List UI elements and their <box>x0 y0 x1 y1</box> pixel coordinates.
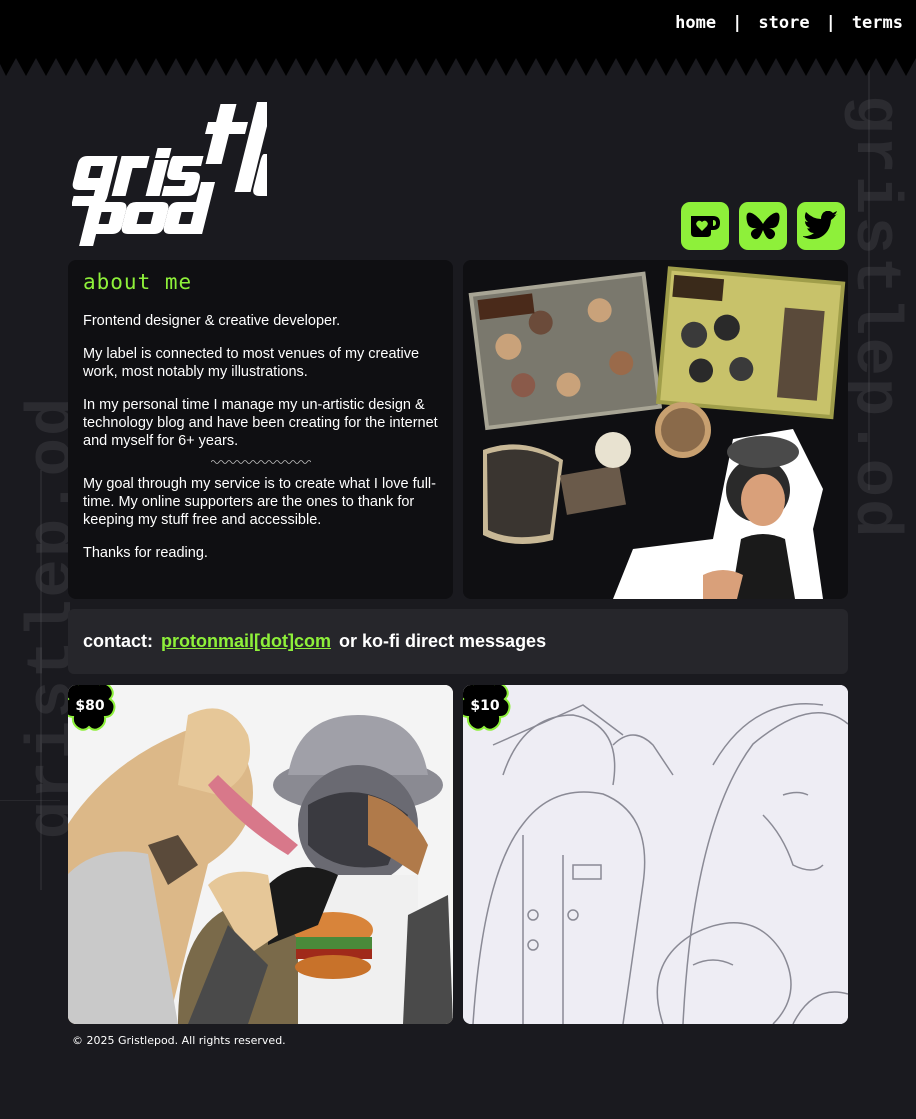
contact-suffix: or ko-fi direct messages <box>339 631 547 651</box>
about-title: about me <box>83 270 193 294</box>
kofi-button[interactable] <box>681 202 729 250</box>
kofi-icon <box>691 216 720 237</box>
commission-card-colored[interactable]: $80 <box>68 685 453 1024</box>
squiggle-divider <box>210 460 311 464</box>
commission-artwork-colored <box>68 685 453 1024</box>
twitter-button[interactable] <box>797 202 845 250</box>
nav-separator: | <box>825 13 836 33</box>
price-label: $80 <box>75 698 105 714</box>
contact-bar: contact: protonmail[dot]com or ko-fi dir… <box>68 609 848 674</box>
contact-email-link[interactable]: protonmail[dot]com <box>161 631 331 652</box>
zigzag-divider <box>0 56 916 76</box>
about-paragraph: My label is connected to most venues of … <box>83 346 420 380</box>
bluesky-icon <box>746 212 780 240</box>
sticker-showcase-image <box>463 260 848 599</box>
nav-terms-link[interactable]: terms <box>852 13 903 33</box>
watermark-right: gristlep.od <box>838 95 910 540</box>
footer-copyright: © 2025 Gristlepod. All rights reserved. <box>72 1034 286 1047</box>
nav-store-link[interactable]: store <box>758 13 809 33</box>
price-label: $10 <box>470 698 500 714</box>
contact-label: contact: <box>83 631 154 651</box>
twitter-icon <box>803 211 838 240</box>
commission-artwork-sketch <box>463 685 848 1024</box>
bluesky-button[interactable] <box>739 202 787 250</box>
social-links <box>681 202 845 250</box>
nav-separator: | <box>732 13 743 33</box>
about-paragraph: In my personal time I manage my un-artis… <box>83 397 438 449</box>
nav-home-link[interactable]: home <box>675 13 716 33</box>
about-paragraph: My goal through my service is to create … <box>83 476 436 528</box>
gristlepod-logo[interactable] <box>72 98 267 246</box>
commission-card-sketch[interactable]: $10 <box>463 685 848 1024</box>
about-card: about me Frontend designer & creative de… <box>68 260 453 599</box>
price-badge: $10 <box>463 685 515 737</box>
about-paragraph: Frontend designer & creative developer. <box>83 313 341 329</box>
about-paragraph: Thanks for reading. <box>83 545 208 561</box>
price-badge: $80 <box>68 685 120 737</box>
main-nav: home | store | terms <box>675 13 903 33</box>
